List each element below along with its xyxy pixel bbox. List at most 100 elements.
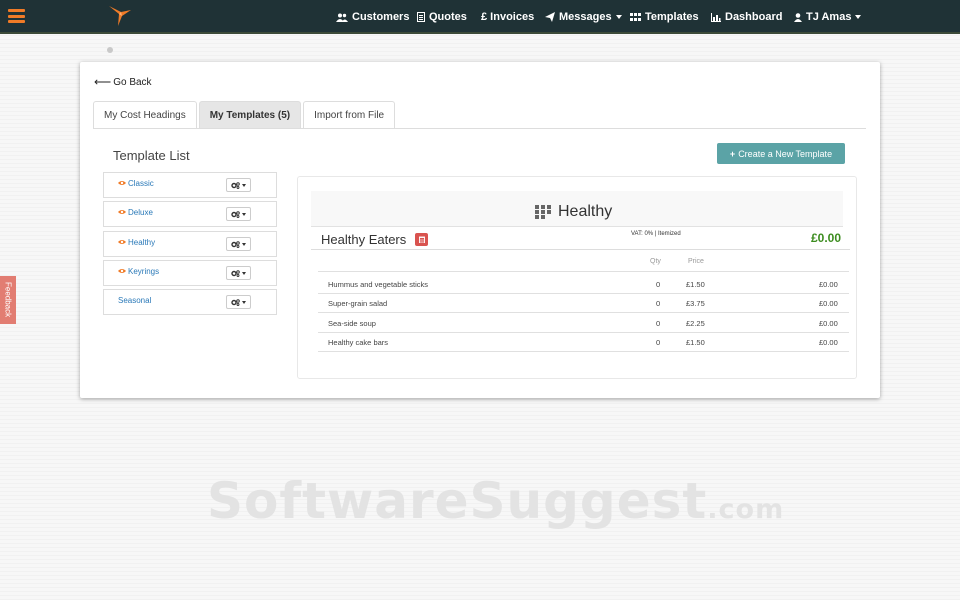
watermark: SoftwareSuggest.com [207,472,784,530]
nav-dashboard-label: Dashboard [725,11,783,23]
tab-my-cost-headings[interactable]: My Cost Headings [93,101,197,129]
hamburger-menu-icon[interactable] [8,9,25,23]
column-header-price: Price [688,258,704,265]
section-name: Healthy Eaters [321,232,407,247]
item-qty: 0 [656,299,661,308]
template-label[interactable]: Deluxe [128,208,153,217]
user-icon [794,12,802,22]
nav-quotes[interactable]: Quotes [417,0,467,34]
item-name: Healthy cake bars [328,338,389,347]
trash-icon [418,236,425,243]
tabs-divider [93,128,866,129]
eye-icon [118,181,126,185]
eye-icon [118,240,126,244]
template-list-item-classic[interactable]: Classic [103,172,277,198]
template-actions-button[interactable] [226,295,251,309]
preview-title: Healthy [535,203,612,221]
nav-user-menu[interactable]: TJ Amas [794,0,862,34]
template-label[interactable]: Healthy [128,238,155,247]
template-list-item-healthy[interactable]: Healthy [103,231,277,257]
item-price: £3.75 [686,299,705,308]
feedback-label: Feedback [3,282,13,318]
gears-icon [231,269,240,277]
item-price: £2.25 [686,319,705,328]
eye-icon [118,269,126,273]
chevron-down-icon [242,183,246,187]
row-divider [318,271,849,272]
nav-dashboard[interactable]: Dashboard [711,0,782,34]
feedback-tab[interactable]: Feedback [0,276,16,324]
gears-icon [231,240,240,248]
tab-bar: My Cost Headings My Templates (5) Import… [93,101,397,129]
template-list-title: Template List [113,148,190,163]
template-actions-button[interactable] [226,266,251,280]
row-divider [318,332,849,333]
chevron-down-icon [615,15,622,19]
templates-icon [535,205,551,219]
row-divider [318,312,849,313]
item-qty: 0 [656,338,661,347]
gears-icon [231,298,240,306]
section-total: £0.00 [811,231,842,245]
page-indicator-dot [107,47,113,53]
template-label[interactable]: Classic [128,179,154,188]
template-list-item-deluxe[interactable]: Deluxe [103,201,277,227]
watermark-text: SoftwareSuggest [207,472,708,530]
tab-import-from-file[interactable]: Import from File [303,101,396,129]
nav-quotes-label: Quotes [429,11,467,23]
column-header-qty: Qty [650,258,661,265]
arrow-left-icon: ⟵ [94,75,112,89]
template-actions-button[interactable] [226,178,251,192]
item-name: Hummus and vegetable sticks [328,280,429,289]
file-icon [417,12,425,22]
item-total: £0.00 [819,338,838,347]
templates-card: ⟵ Go Back My Cost Headings My Templates … [80,62,880,398]
templates-icon [630,12,641,21]
nav-invoices[interactable]: £ Invoices [481,0,534,34]
delete-section-button[interactable] [415,233,428,246]
gears-icon [231,210,240,218]
template-list-item-seasonal[interactable]: Seasonal [103,289,277,315]
chevron-down-icon [242,300,246,304]
go-back-link[interactable]: ⟵ Go Back [94,75,152,89]
nav-customers-label: Customers [352,11,410,23]
chevron-down-icon [242,242,246,246]
chevron-down-icon [242,271,246,275]
nav-templates-label: Templates [645,11,699,23]
create-template-button[interactable]: + Create a New Template [717,143,845,164]
vat-info: VAT: 0% | Itemized [631,231,681,237]
nav-messages-label: Messages [559,11,612,23]
watermark-suffix: .com [707,494,785,525]
item-qty: 0 [656,280,661,289]
go-back-label: Go Back [113,76,152,88]
item-total: £0.00 [819,280,838,289]
template-label[interactable]: Seasonal [118,296,151,305]
item-price: £1.50 [686,338,705,347]
users-icon [336,13,348,22]
item-name: Super-grain salad [328,299,388,308]
item-total: £0.00 [819,319,838,328]
item-name: Sea-side soup [328,319,376,328]
section-divider [311,249,850,250]
nav-user-label: TJ Amas [806,11,852,23]
nav-customers[interactable]: Customers [336,0,409,34]
item-qty: 0 [656,319,661,328]
brand-logo-icon[interactable] [107,4,133,28]
template-actions-button[interactable] [226,207,251,221]
item-price: £1.50 [686,280,705,289]
template-preview-panel: Healthy Healthy Eaters VAT: 0% | Itemize… [297,176,857,379]
template-list-item-keyrings[interactable]: Keyrings [103,260,277,286]
template-actions-button[interactable] [226,237,251,251]
nav-messages[interactable]: Messages [545,0,622,34]
create-template-label: Create a New Template [738,148,833,159]
nav-templates[interactable]: Templates [630,0,699,34]
template-label[interactable]: Keyrings [128,267,159,276]
nav-invoices-label: £ Invoices [481,11,535,23]
plus-icon: + [729,148,736,159]
paper-plane-icon [545,12,555,22]
tab-my-templates[interactable]: My Templates (5) [198,101,302,129]
chevron-down-icon [242,212,246,216]
item-total: £0.00 [819,299,838,308]
chevron-down-icon [855,15,862,19]
top-navbar: Customers Quotes £ Invoices Messages Tem… [0,0,960,34]
